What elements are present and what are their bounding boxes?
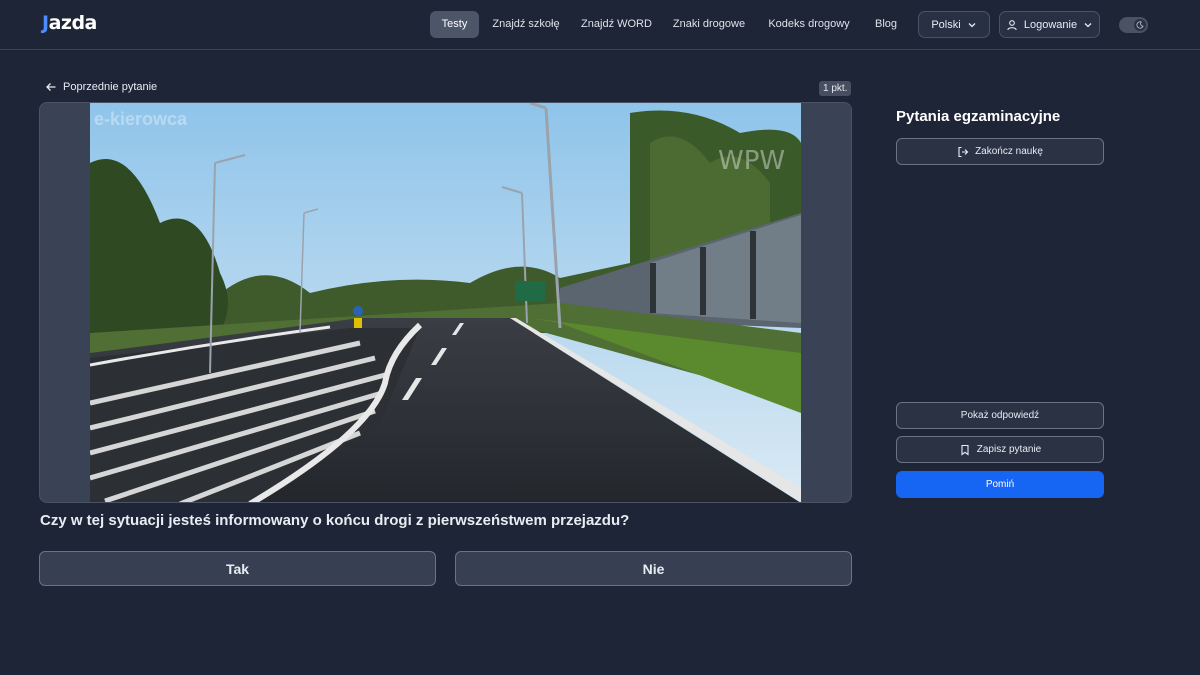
nav-item-znajdz-szkole[interactable]: Znajdź szkołę bbox=[488, 11, 564, 38]
nav-item-znajdz-word[interactable]: Znajdź WORD bbox=[578, 11, 655, 38]
save-question-label: Zapisz pytanie bbox=[976, 444, 1042, 455]
user-icon bbox=[1007, 19, 1017, 30]
points-badge: 1 pkt. bbox=[819, 81, 852, 96]
save-question-button[interactable]: Zapisz pytanie bbox=[896, 436, 1104, 463]
sidebar-title: Pytania egzaminacyjne bbox=[896, 108, 1061, 125]
login-dropdown[interactable]: Logowanie bbox=[999, 11, 1100, 38]
jazda-logo[interactable]: Jazda bbox=[42, 12, 97, 34]
chevron-down-icon bbox=[1084, 22, 1092, 27]
nav-item-kodeks-drogowy[interactable]: Kodeks drogowy bbox=[764, 11, 854, 38]
login-label: Logowanie bbox=[1023, 18, 1078, 31]
language-select[interactable]: Polski bbox=[918, 11, 990, 38]
theme-toggle[interactable] bbox=[1119, 17, 1148, 33]
arrow-left-icon bbox=[46, 83, 56, 91]
top-navbar: Jazda Testy Znajdź szkołę Znajdź WORD Zn… bbox=[0, 0, 1200, 50]
nav-item-blog[interactable]: Blog bbox=[869, 11, 903, 38]
bookmark-icon bbox=[961, 444, 969, 456]
show-answer-button[interactable]: Pokaż odpowiedź bbox=[896, 402, 1104, 429]
chevron-down-icon bbox=[968, 22, 976, 27]
end-learning-button[interactable]: Zakończ naukę bbox=[896, 138, 1104, 165]
nav-item-testy[interactable]: Testy bbox=[430, 11, 479, 38]
direction-sign bbox=[515, 281, 545, 301]
video-watermark-right: WPW bbox=[718, 146, 785, 176]
question-text: Czy w tej sytuacji jesteś informowany o … bbox=[40, 512, 630, 529]
skip-button[interactable]: Pomiń bbox=[896, 471, 1104, 498]
end-learning-label: Zakończ naukę bbox=[975, 146, 1043, 157]
nav-item-znaki-drogowe[interactable]: Znaki drogowe bbox=[669, 11, 749, 38]
answer-no-button[interactable]: Nie bbox=[455, 551, 852, 586]
previous-question-link[interactable]: Poprzednie pytanie bbox=[45, 81, 157, 93]
moon-icon bbox=[1134, 19, 1146, 31]
answer-yes-button[interactable]: Tak bbox=[39, 551, 436, 586]
previous-question-label: Poprzednie pytanie bbox=[63, 81, 158, 93]
video-watermark-left: e-kierowca bbox=[94, 109, 188, 129]
language-label: Polski bbox=[931, 18, 961, 31]
road-scene-video[interactable]: e-kierowca WPW bbox=[90, 103, 801, 503]
log-out-icon bbox=[958, 146, 969, 157]
question-media: e-kierowca WPW bbox=[39, 102, 852, 503]
